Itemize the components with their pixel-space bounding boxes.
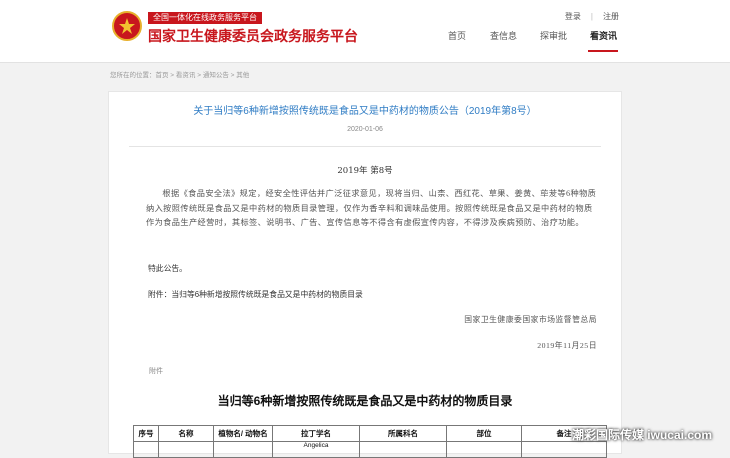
col-header-latin: 拉丁学名 bbox=[272, 425, 360, 442]
table-row: Angelica bbox=[133, 441, 607, 458]
publish-date: 2020-01-06 bbox=[347, 126, 383, 133]
table-cell bbox=[521, 441, 607, 458]
article-card: 关于当归等6种新增按照传统既是食品又是中药材的物质公告（2019年第8号） 20… bbox=[108, 91, 622, 458]
substance-table: 序号 名称 植物名/ 动物名 拉丁学名 所属科名 部位 备注 Angelica bbox=[133, 425, 607, 458]
col-header-family: 所属科名 bbox=[359, 425, 447, 442]
table-title: 当归等6种新增按照传统既是食品又是中药材的物质目录 bbox=[217, 394, 513, 408]
table-cell bbox=[359, 441, 447, 458]
signatory: 国家卫生健康委国家市场监督管总局 bbox=[464, 315, 597, 324]
register-link[interactable]: 注册 bbox=[603, 12, 619, 21]
nav-info[interactable]: 查信息 bbox=[490, 30, 517, 42]
col-header-name: 名称 bbox=[158, 425, 214, 442]
table-cell bbox=[213, 441, 273, 458]
table-cell bbox=[158, 441, 214, 458]
article-paragraph: 根据《食品安全法》规定，经安全性评估并广泛征求意见，现将当归、山柰、西红花、草果… bbox=[146, 189, 597, 227]
special-notice: 特此公告。 bbox=[148, 264, 187, 273]
title-divider bbox=[129, 146, 601, 147]
account-links: 登录 | 注册 bbox=[565, 11, 619, 22]
watermark: 潮彩国际传媒 iwucai.com bbox=[571, 428, 712, 442]
login-link[interactable]: 登录 bbox=[565, 12, 581, 21]
col-header-index: 序号 bbox=[133, 425, 159, 442]
article-title: 关于当归等6种新增按照传统既是食品又是中药材的物质公告（2019年第8号） bbox=[193, 106, 537, 117]
site-title[interactable]: 国家卫生健康委员会政务服务平台 bbox=[148, 27, 358, 45]
nav-news[interactable]: 看资讯 bbox=[590, 30, 617, 42]
col-header-part: 部位 bbox=[446, 425, 522, 442]
breadcrumb: 您所在的位置：首页 > 看资讯 > 通知公告 > 其他 bbox=[110, 72, 250, 79]
nav-approval[interactable]: 探审批 bbox=[540, 30, 567, 42]
site-header: 全国一体化在线政务服务平台 国家卫生健康委员会政务服务平台 登录 | 注册 首页 查… bbox=[0, 0, 730, 63]
table-cell-latin: Angelica bbox=[272, 441, 360, 458]
table-cell bbox=[133, 441, 159, 458]
national-emblem-icon bbox=[112, 11, 142, 41]
attachment-heading: 附件 bbox=[149, 367, 163, 375]
table-cell bbox=[446, 441, 522, 458]
nav-home[interactable]: 首页 bbox=[448, 30, 466, 42]
issue-number: 2019年 第8号 bbox=[337, 166, 393, 176]
link-separator: | bbox=[590, 12, 593, 21]
signed-date: 2019年11月25日 bbox=[537, 341, 597, 350]
table-header-row: 序号 名称 植物名/ 动物名 拉丁学名 所属科名 部位 备注 bbox=[133, 425, 607, 442]
active-tab-indicator bbox=[588, 50, 618, 52]
platform-slogan: 全国一体化在线政务服务平台 bbox=[148, 12, 262, 24]
attachment-link[interactable]: 附件：当归等6种新增按照传统既是食品又是中药材的物质目录 bbox=[148, 289, 363, 300]
col-header-species: 植物名/ 动物名 bbox=[213, 425, 273, 442]
